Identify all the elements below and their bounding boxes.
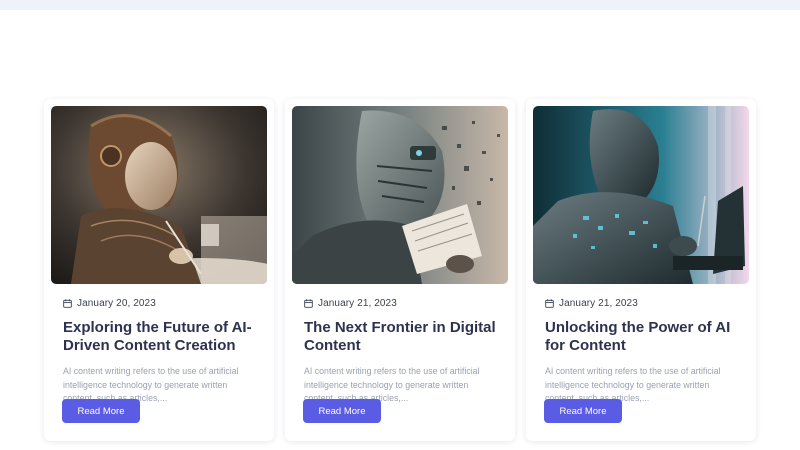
read-more-button[interactable]: Read More: [62, 399, 140, 423]
post-meta: January 21, 2023: [304, 296, 508, 310]
post-title[interactable]: Unlocking the Power of AI for Content: [545, 319, 737, 357]
read-more-button[interactable]: Read More: [544, 399, 622, 423]
blog-card: January 21, 2023 The Next Frontier in Di…: [285, 99, 515, 441]
read-more-button[interactable]: Read More: [303, 399, 381, 423]
robot-woman-writing-image[interactable]: [51, 106, 267, 284]
calendar-icon: [63, 298, 72, 308]
post-title[interactable]: Exploring the Future of AI-Driven Conten…: [63, 319, 255, 357]
card-image-art: [292, 106, 508, 284]
post-meta: January 20, 2023: [63, 296, 267, 310]
card-image-art: [533, 106, 749, 284]
top-band: [0, 0, 800, 10]
post-date: January 20, 2023: [77, 297, 156, 309]
post-date: January 21, 2023: [559, 297, 638, 309]
blog-card: January 21, 2023 Unlocking the Power of …: [526, 99, 756, 441]
calendar-icon: [304, 298, 313, 308]
blog-card-grid: January 20, 2023 Exploring the Future of…: [44, 99, 756, 441]
post-meta: January 21, 2023: [545, 296, 749, 310]
post-date: January 21, 2023: [318, 297, 397, 309]
robot-reading-paper-image[interactable]: [292, 106, 508, 284]
blog-card: January 20, 2023 Exploring the Future of…: [44, 99, 274, 441]
robot-at-computer-image[interactable]: [533, 106, 749, 284]
card-image-art: [51, 106, 267, 284]
post-title[interactable]: The Next Frontier in Digital Content: [304, 319, 496, 357]
calendar-icon: [545, 298, 554, 308]
